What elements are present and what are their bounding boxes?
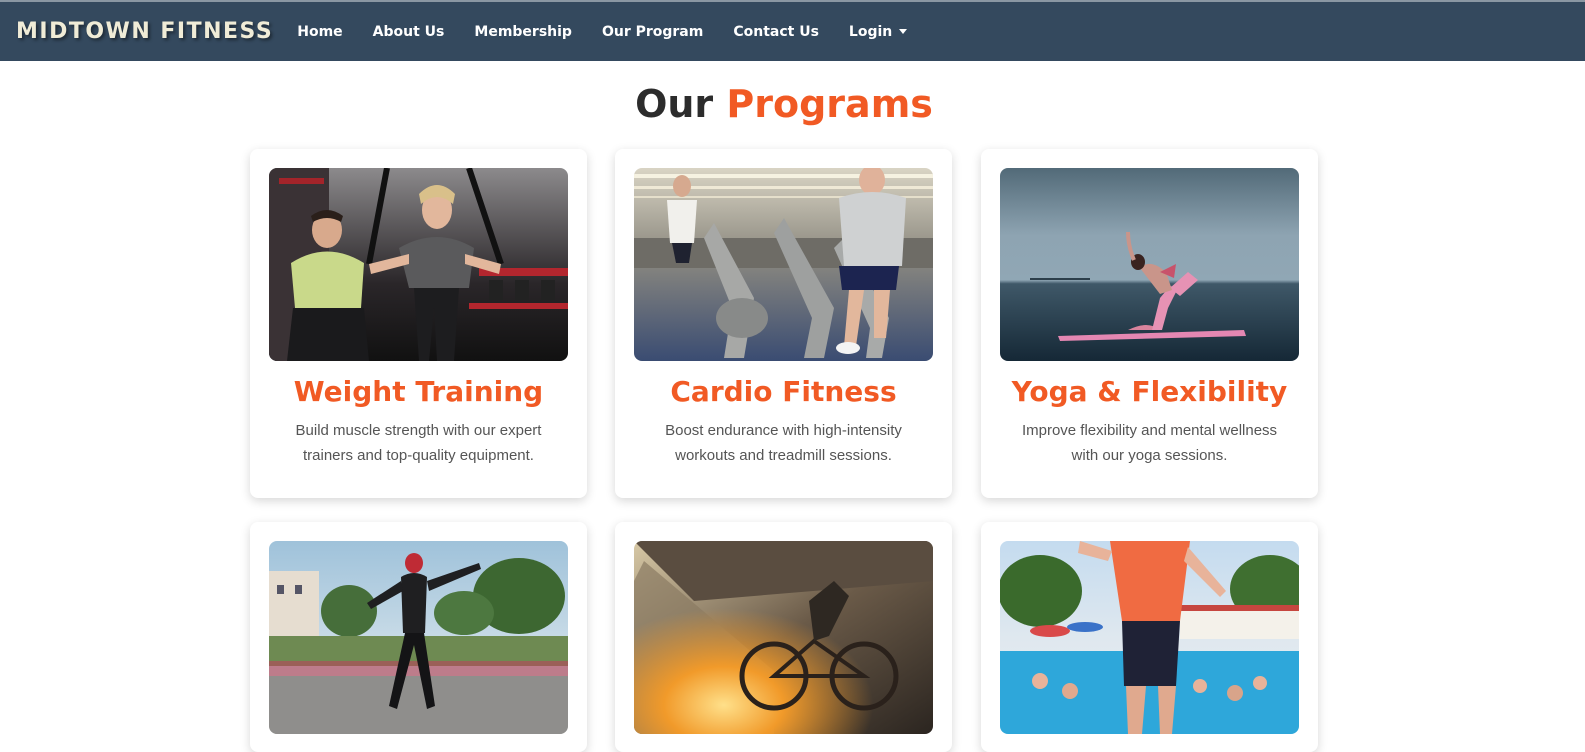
cardio-fitness-image bbox=[634, 168, 933, 361]
program-card-yoga-flexibility[interactable]: Yoga & Flexibility Improve flexibility a… bbox=[981, 149, 1318, 498]
nav-login-label: Login bbox=[848, 23, 893, 40]
cycling-image bbox=[634, 541, 933, 734]
page-title-accent: Programs bbox=[726, 82, 933, 126]
nav-about-us[interactable]: About Us bbox=[373, 24, 445, 40]
brand-logo[interactable]: MIDTOWN FITNESS bbox=[16, 19, 273, 44]
nav-our-program[interactable]: Our Program bbox=[602, 24, 703, 40]
nav-home[interactable]: Home bbox=[297, 24, 342, 40]
program-card-aqua-aerobics[interactable] bbox=[981, 522, 1318, 752]
program-description: Improve flexibility and mental wellness … bbox=[1021, 422, 1278, 464]
nav-login-dropdown[interactable]: Login bbox=[848, 23, 908, 40]
program-card-weight-training[interactable]: Weight Training Build muscle strength wi… bbox=[250, 149, 587, 498]
program-title: Yoga & Flexibility bbox=[1011, 375, 1288, 408]
outdoor-class-image bbox=[269, 541, 568, 734]
program-card-cycling[interactable] bbox=[615, 522, 952, 752]
program-title: Weight Training bbox=[293, 375, 544, 408]
yoga-flexibility-image bbox=[1000, 168, 1299, 361]
program-card-outdoor-class[interactable] bbox=[250, 522, 587, 752]
navbar: MIDTOWN FITNESS Home About Us Membership… bbox=[0, 0, 1585, 61]
program-description: Boost endurance with high-intensity work… bbox=[665, 422, 902, 464]
program-card-cardio-fitness[interactable]: Cardio Fitness Boost endurance with high… bbox=[615, 149, 952, 498]
nav-contact-us[interactable]: Contact Us bbox=[733, 24, 819, 40]
caret-down-icon bbox=[899, 29, 908, 34]
nav-membership[interactable]: Membership bbox=[474, 24, 572, 40]
program-description: Build muscle strength with our expert tr… bbox=[295, 422, 542, 464]
nav-menu: Home About Us Membership Our Program Con… bbox=[297, 24, 937, 40]
page-title-prefix: Our bbox=[635, 82, 727, 126]
aqua-aerobics-image bbox=[1000, 541, 1299, 734]
program-title: Cardio Fitness bbox=[670, 375, 897, 408]
weight-training-image bbox=[269, 168, 568, 361]
page-title: Our Programs bbox=[0, 82, 1568, 126]
